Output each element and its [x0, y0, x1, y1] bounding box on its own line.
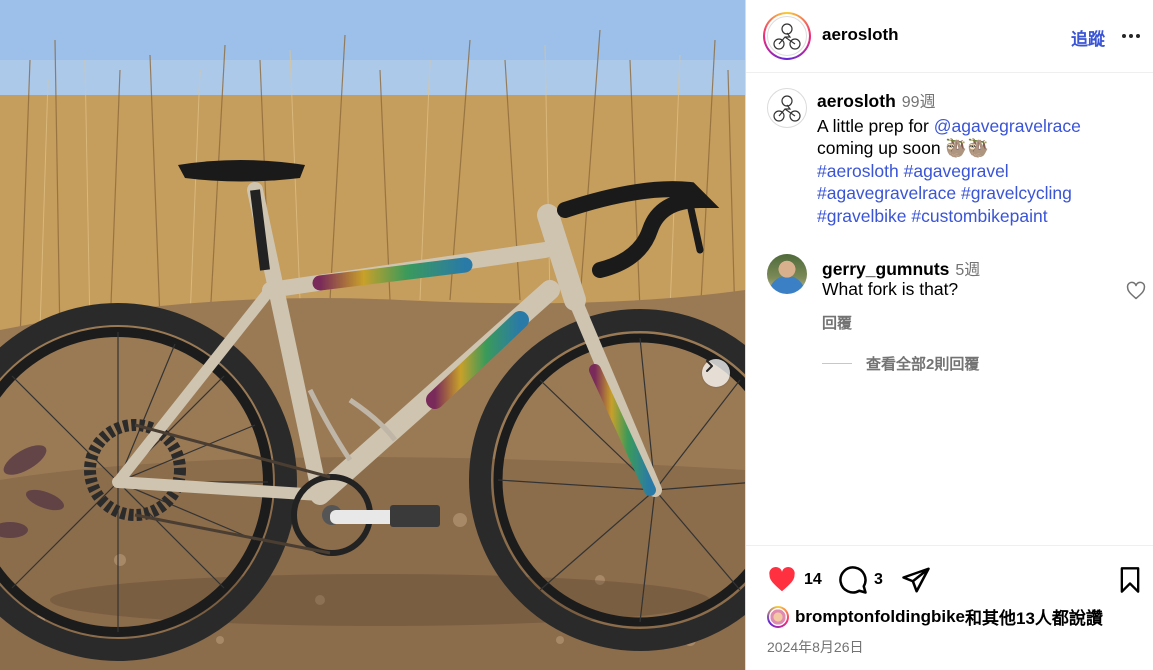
hashtag-link[interactable]: #gravelbike — [817, 206, 907, 226]
reply-button[interactable]: 回覆 — [822, 312, 852, 333]
comment-bubble-icon — [839, 566, 867, 594]
post-header: aerosloth 追蹤 — [746, 0, 1153, 73]
action-bar: 14 3 bromptonfoldingbike 和其他13人都說讚 2024年8… — [746, 545, 1153, 670]
hashtag-link[interactable]: #custombikepaint — [911, 206, 1047, 226]
bookmark-icon — [1120, 567, 1140, 593]
more-horizontal-icon[interactable] — [1119, 24, 1143, 48]
comment-text: What fork is that? — [822, 279, 959, 299]
likes-summary[interactable]: bromptonfoldingbike 和其他13人都說讚 — [767, 604, 1103, 629]
caption-mention-link[interactable]: @agavegravelrace — [934, 116, 1081, 136]
caption-text: aerosloth 99週 A little prep for @agavegra… — [817, 90, 1142, 227]
hashtag-link[interactable]: #gravelcycling — [961, 183, 1072, 203]
post-date: 2024年8月26日 — [767, 639, 864, 655]
bike-photo-illustration — [0, 0, 745, 670]
next-image-button[interactable] — [702, 359, 730, 387]
author-username[interactable]: aerosloth — [822, 25, 899, 45]
sloth-cyclist-icon — [773, 23, 801, 50]
view-all-replies-button[interactable]: 查看全部2則回覆 — [822, 353, 979, 374]
view-replies-label: 查看全部2則回覆 — [866, 356, 980, 373]
caption-time: 99週 — [901, 94, 936, 111]
replies-divider — [822, 363, 852, 364]
comment-button[interactable]: 3 — [838, 565, 883, 595]
hashtag-link[interactable]: #agavegravel — [904, 161, 1009, 181]
post-details-panel: aerosloth 追蹤 aerosloth 99週 A little prep … — [745, 0, 1153, 670]
liker-username[interactable]: bromptonfoldingbike — [795, 607, 965, 627]
likes-suffix: 和其他13人都說讚 — [964, 609, 1103, 628]
chevron-right-icon — [706, 360, 713, 372]
post-photo[interactable] — [0, 0, 745, 670]
commenter-username[interactable]: gerry_gumnuts — [822, 259, 949, 279]
like-button[interactable]: 14 — [766, 565, 822, 595]
caption-username[interactable]: aerosloth — [817, 91, 896, 111]
heart-filled-icon — [769, 566, 795, 592]
caption-body-end: coming up soon 🦥🦥 — [817, 138, 989, 158]
hashtag-link[interactable]: #aerosloth — [817, 161, 899, 181]
hashtag-link[interactable]: #agavegravelrace — [817, 183, 956, 203]
share-button[interactable] — [901, 565, 931, 595]
comment-item: gerry_gumnuts 5週 What fork is that? 回覆 — [746, 254, 1153, 334]
comment-time: 5週 — [955, 262, 981, 279]
like-count: 14 — [804, 571, 822, 588]
comment-count: 3 — [874, 571, 883, 588]
paper-plane-icon — [902, 567, 930, 593]
heart-outline-icon[interactable] — [1126, 281, 1146, 301]
save-button[interactable] — [1116, 565, 1144, 595]
commenter-avatar[interactable] — [767, 254, 807, 294]
sloth-cyclist-icon — [773, 95, 801, 122]
caption-avatar[interactable] — [767, 88, 807, 128]
liker-avatar — [767, 605, 789, 628]
author-avatar[interactable] — [763, 12, 811, 60]
caption-body-start: A little prep for — [817, 115, 934, 136]
follow-button[interactable]: 追蹤 — [1071, 25, 1105, 50]
